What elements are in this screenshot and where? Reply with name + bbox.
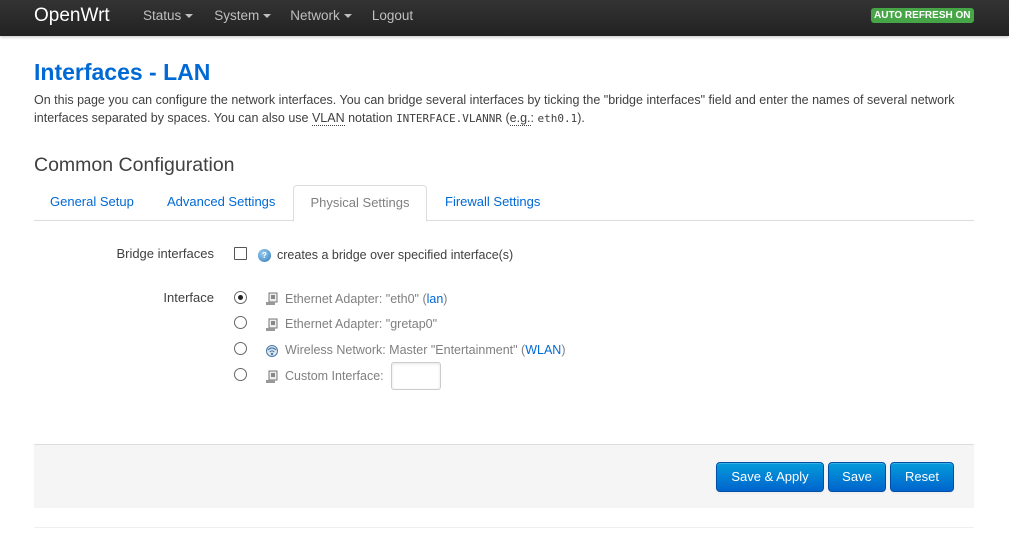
tab-physical-settings[interactable]: Physical Settings bbox=[293, 185, 427, 222]
eg-abbr: e.g. bbox=[509, 111, 531, 126]
option-custom: Custom Interface: bbox=[285, 369, 384, 383]
form-actions: Save & Apply Save Reset bbox=[34, 444, 974, 508]
caret-down-icon bbox=[343, 14, 352, 19]
option-eth0-suffix: ) bbox=[443, 292, 448, 306]
save-button[interactable]: Save bbox=[828, 462, 886, 492]
menu-status-label: Status bbox=[143, 8, 182, 23]
menu-system-label: System bbox=[214, 8, 260, 23]
option-wlan: Wireless Network: Master "Entertainment"… bbox=[285, 343, 565, 357]
tab-general-setup[interactable]: General Setup bbox=[50, 185, 134, 221]
menu-network-label: Network bbox=[290, 8, 340, 23]
caret-down-icon bbox=[263, 14, 272, 19]
page-title: Interfaces - LAN bbox=[34, 59, 211, 85]
tab-firewall-settings[interactable]: Firewall Settings bbox=[445, 185, 540, 221]
desc-text-3: ( bbox=[502, 111, 510, 125]
desc-text-2: notation bbox=[344, 111, 397, 125]
menu-logout[interactable]: Logout bbox=[372, 0, 413, 36]
wifi-icon bbox=[266, 345, 278, 357]
option-wlan-suffix: ) bbox=[561, 343, 566, 357]
caret-down-icon bbox=[185, 14, 194, 19]
bridge-interfaces-checkbox[interactable] bbox=[234, 247, 247, 260]
bridge-interfaces-label: Bridge interfaces bbox=[116, 246, 214, 261]
radio-custom[interactable] bbox=[234, 368, 247, 381]
wlan-link[interactable]: WLAN bbox=[525, 343, 561, 357]
option-custom-text: Custom Interface: bbox=[285, 369, 384, 383]
radio-eth0[interactable] bbox=[234, 291, 247, 304]
help-icon: ? bbox=[258, 249, 271, 262]
radio-wlan[interactable] bbox=[234, 342, 247, 355]
desc-code-1: INTERFACE.VLANNR bbox=[396, 112, 503, 125]
option-gretap0-text: Ethernet Adapter: "gretap0" bbox=[285, 317, 438, 331]
main-menu: Status System Network Logout bbox=[143, 0, 433, 36]
ethernet-icon bbox=[266, 370, 278, 383]
menu-logout-label: Logout bbox=[371, 8, 414, 23]
radio-gretap0[interactable] bbox=[234, 316, 247, 329]
auto-refresh-badge[interactable]: AUTO REFRESH ON bbox=[871, 8, 974, 23]
ethernet-icon bbox=[266, 292, 278, 305]
interface-label: Interface bbox=[163, 290, 214, 305]
option-eth0: Ethernet Adapter: "eth0" (lan) bbox=[285, 292, 447, 306]
tab-advanced-settings[interactable]: Advanced Settings bbox=[167, 185, 275, 221]
reset-button[interactable]: Reset bbox=[890, 462, 954, 492]
custom-interface-input[interactable] bbox=[391, 362, 441, 390]
lan-link[interactable]: lan bbox=[427, 292, 444, 306]
option-wlan-text: Wireless Network: Master "Entertainment"… bbox=[285, 343, 526, 357]
bridge-help-text: creates a bridge over specified interfac… bbox=[277, 248, 514, 262]
navbar: OpenWrt Status System Network Logout AUT… bbox=[0, 0, 1009, 36]
ethernet-icon bbox=[266, 318, 278, 331]
footer-divider bbox=[34, 527, 974, 528]
save-apply-button[interactable]: Save & Apply bbox=[716, 462, 824, 492]
tab-bar: General Setup Advanced Settings Physical… bbox=[34, 185, 974, 222]
desc-code-2: eth0.1 bbox=[537, 112, 578, 125]
desc-text-5: ). bbox=[577, 111, 585, 125]
vlan-abbr: VLAN bbox=[311, 111, 345, 126]
menu-system[interactable]: System bbox=[214, 0, 272, 36]
page-description: On this page you can configure the netwo… bbox=[34, 91, 974, 128]
option-gretap0: Ethernet Adapter: "gretap0" bbox=[285, 317, 437, 331]
brand-logo[interactable]: OpenWrt bbox=[34, 5, 110, 27]
menu-network[interactable]: Network bbox=[290, 0, 352, 36]
menu-status[interactable]: Status bbox=[143, 0, 194, 36]
option-eth0-text: Ethernet Adapter: "eth0" ( bbox=[285, 292, 427, 306]
section-title: Common Configuration bbox=[34, 154, 235, 176]
